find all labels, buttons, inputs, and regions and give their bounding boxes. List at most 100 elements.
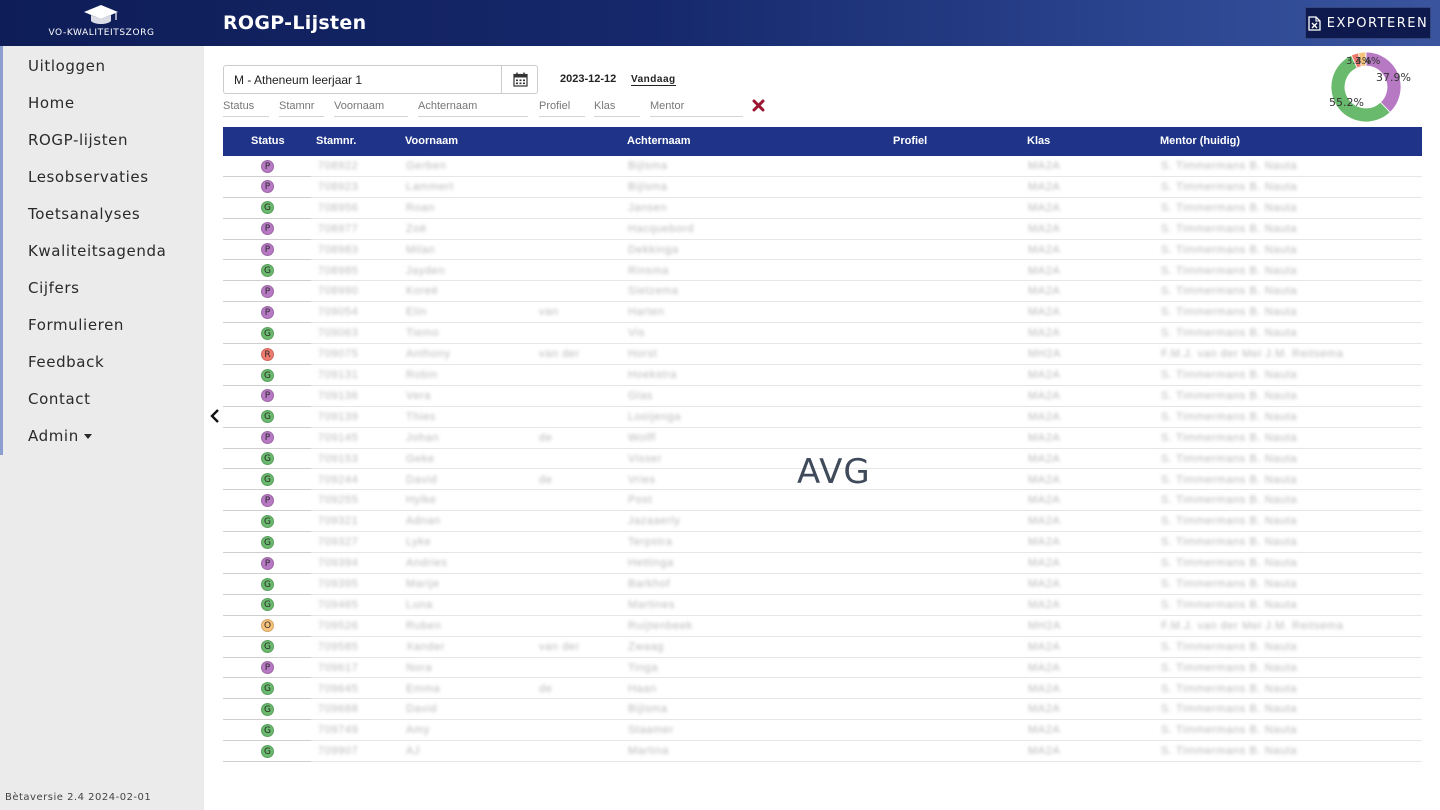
status-badge[interactable]: G bbox=[261, 702, 274, 716]
status-badge[interactable]: P bbox=[261, 305, 274, 319]
status-badge[interactable]: G bbox=[261, 535, 274, 549]
cell-mentor: S. Timmermans B. Nauta bbox=[1161, 243, 1298, 256]
column-header-achternaam[interactable]: Achternaam bbox=[627, 135, 691, 147]
status-badge[interactable]: P bbox=[261, 556, 274, 570]
table-row[interactable]: G 709139 Thies Looijenga MA2A S. Timmermans B… bbox=[223, 407, 1422, 428]
status-badge[interactable]: P bbox=[261, 243, 274, 257]
sidebar-item-kwaliteitsagenda[interactable]: Kwaliteitsagenda bbox=[28, 242, 166, 260]
status-badge[interactable]: P bbox=[261, 389, 274, 403]
table-row[interactable]: G 709321 Adnan Jazaaerly MA2A S. Timmermans B… bbox=[223, 511, 1422, 533]
status-badge[interactable]: G bbox=[261, 682, 274, 695]
status-cell: G bbox=[223, 198, 311, 219]
status-badge[interactable]: G bbox=[261, 723, 274, 737]
sidebar-item-rogp-lijsten[interactable]: ROGP-lijsten bbox=[28, 131, 128, 149]
column-header-stamnr[interactable]: Stamnr. bbox=[316, 135, 356, 147]
table-row[interactable]: G 708985 Jayden Rinsma MA2A S. Timmermans B. … bbox=[223, 261, 1422, 282]
column-header-status[interactable]: Status bbox=[251, 135, 285, 147]
sidebar-item-feedback[interactable]: Feedback bbox=[28, 353, 104, 371]
column-header-voornaam[interactable]: Voornaam bbox=[405, 135, 458, 147]
table-row[interactable]: P 708923 Lammert Bijlsma MA2A S. Timmermans B… bbox=[223, 177, 1422, 198]
sidebar-item-admin[interactable]: Admin bbox=[28, 427, 92, 445]
table-row[interactable]: P 709145 Johan de Wolff MA2A S. Timmermans B. … bbox=[223, 428, 1422, 449]
table-row[interactable]: G 709131 Robin Hoekstra MA2A S. Timmermans B.… bbox=[223, 365, 1422, 386]
table-row[interactable]: G 709907 AJ Martina MA2A S. Timmermans B. Nau… bbox=[223, 741, 1422, 763]
status-badge[interactable]: G bbox=[261, 326, 274, 340]
filter-stamnr[interactable] bbox=[279, 96, 324, 117]
status-badge[interactable]: G bbox=[261, 577, 274, 591]
status-cell: G bbox=[223, 741, 311, 763]
column-header-profiel[interactable]: Profiel bbox=[893, 135, 927, 147]
table-row[interactable]: G 709585 Xander van der Zwaag MA2A S. Timmerma… bbox=[223, 637, 1422, 658]
cell-klas: MA2A bbox=[1028, 452, 1061, 465]
column-header-mentor[interactable]: Mentor (huidig) bbox=[1160, 135, 1240, 147]
cell-mentor: S. Timmermans B. Nauta bbox=[1161, 598, 1298, 611]
filter-mentor[interactable] bbox=[650, 96, 743, 117]
cell-mentor: F.M.J. van der Mei J.M. Reitsema bbox=[1161, 619, 1344, 632]
clear-filters-icon[interactable] bbox=[752, 99, 765, 112]
status-badge[interactable]: P bbox=[261, 222, 274, 236]
table-row[interactable]: P 709255 Hylke Post MA2A S. Timmermans B. Nau… bbox=[223, 490, 1422, 512]
status-badge[interactable]: G bbox=[261, 744, 274, 758]
status-badge[interactable]: G bbox=[261, 514, 274, 528]
cell-voornaam: Nora bbox=[406, 661, 433, 674]
table-row[interactable]: G 708956 Roan Jansen MA2A S. Timmermans B. Na… bbox=[223, 198, 1422, 219]
filter-profiel[interactable] bbox=[539, 96, 585, 117]
table-row[interactable]: P 708990 Koreé Sietzema MA2A S. Timmermans B.… bbox=[223, 281, 1422, 303]
status-cell: P bbox=[223, 428, 311, 449]
table-row[interactable]: G 709063 Tiemo Vis MA2A S. Timmermans B. Naut… bbox=[223, 323, 1422, 345]
table-row[interactable]: P 708922 Gerben Bijlsma MA2A S. Timmermans B.… bbox=[223, 156, 1422, 177]
status-badge[interactable]: G bbox=[261, 598, 274, 612]
status-badge[interactable]: P bbox=[261, 431, 274, 445]
status-badge[interactable]: P bbox=[261, 159, 274, 173]
table-row[interactable]: G 709465 Luna Martines MA2A S. Timmermans B. … bbox=[223, 595, 1422, 616]
filter-achternaam[interactable] bbox=[418, 96, 528, 117]
status-badge[interactable]: P bbox=[261, 180, 274, 194]
class-select[interactable]: M - Atheneum leerjaar 1 bbox=[223, 65, 538, 94]
status-badge[interactable]: O bbox=[261, 619, 274, 633]
status-badge[interactable]: G bbox=[261, 640, 274, 654]
cell-voornaam: Luna bbox=[406, 598, 433, 611]
table-row[interactable]: P 709394 Andries Hettinga MA2A S. Timmermans … bbox=[223, 553, 1422, 574]
collapse-sidebar-button[interactable] bbox=[208, 407, 222, 425]
today-link[interactable]: Vandaag bbox=[631, 74, 676, 86]
table-row[interactable]: P 709136 Vera Glas MA2A S. Timmermans B. Naut… bbox=[223, 386, 1422, 407]
status-badge[interactable]: G bbox=[261, 410, 274, 424]
status-badge[interactable]: P bbox=[261, 661, 274, 675]
table-row[interactable]: P 708983 Milan Dekkinga MA2A S. Timmermans B.… bbox=[223, 240, 1422, 261]
export-button[interactable]: EXPORTEREN bbox=[1305, 7, 1431, 39]
cell-stamnr: 709394 bbox=[318, 557, 359, 570]
table-row[interactable]: G 709645 Emma de Haan MA2A S. Timmermans B. Na… bbox=[223, 679, 1422, 700]
table-row[interactable]: O 709526 Ruben Ruijtenbeek MH2A F.M.J. van de… bbox=[223, 616, 1422, 637]
table-header: Status Stamnr. Voornaam Achternaam Profi… bbox=[223, 127, 1422, 156]
sidebar-item-home[interactable]: Home bbox=[28, 94, 75, 112]
logo[interactable]: VO-KWALITEITSZORG bbox=[0, 0, 203, 46]
cell-tussenvoegsel: de bbox=[539, 473, 553, 486]
calendar-icon[interactable] bbox=[513, 72, 528, 87]
status-badge[interactable]: G bbox=[261, 201, 274, 215]
status-badge[interactable]: R bbox=[261, 347, 274, 361]
sidebar-item-formulieren[interactable]: Formulieren bbox=[28, 316, 124, 334]
status-badge[interactable]: G bbox=[261, 452, 274, 466]
table-row[interactable]: G 709327 Lyke Terpstra MA2A S. Timmermans B. … bbox=[223, 532, 1422, 554]
table-row[interactable]: P 708977 Zoë Hacquebord MA2A S. Timmermans B.… bbox=[223, 219, 1422, 240]
filter-status[interactable] bbox=[223, 96, 269, 117]
table-row[interactable]: G 709749 Amy Staamer MA2A S. Timmermans B. Na… bbox=[223, 720, 1422, 742]
status-badge[interactable]: P bbox=[261, 284, 274, 298]
table-row[interactable]: P 709054 Elin van Harten MA2A S. Timmermans B.… bbox=[223, 302, 1422, 324]
status-badge[interactable]: P bbox=[261, 493, 274, 507]
table-row[interactable]: R 709075 Anthony van der Horst MH2A F.M.J. van… bbox=[223, 344, 1422, 365]
table-row[interactable]: P 709617 Nora Tinga MA2A S. Timmermans B. Nau… bbox=[223, 658, 1422, 679]
status-badge[interactable]: G bbox=[261, 264, 274, 277]
filter-klas[interactable] bbox=[594, 96, 640, 117]
status-badge[interactable]: G bbox=[261, 368, 274, 382]
column-header-klas[interactable]: Klas bbox=[1027, 135, 1050, 147]
sidebar-item-toetsanalyses[interactable]: Toetsanalyses bbox=[28, 205, 140, 223]
table-row[interactable]: G 709395 Marije Barkhof MA2A S. Timmermans B.… bbox=[223, 574, 1422, 595]
filter-voornaam[interactable] bbox=[334, 96, 408, 117]
sidebar-item-cijfers[interactable]: Cijfers bbox=[28, 279, 80, 297]
table-row[interactable]: G 709688 David Bijlsma MA2A S. Timmermans B. … bbox=[223, 699, 1422, 721]
sidebar-item-uitloggen[interactable]: Uitloggen bbox=[28, 57, 106, 75]
status-badge[interactable]: G bbox=[261, 473, 274, 486]
sidebar-item-lesobservaties[interactable]: Lesobservaties bbox=[28, 168, 149, 186]
sidebar-item-contact[interactable]: Contact bbox=[28, 390, 91, 408]
